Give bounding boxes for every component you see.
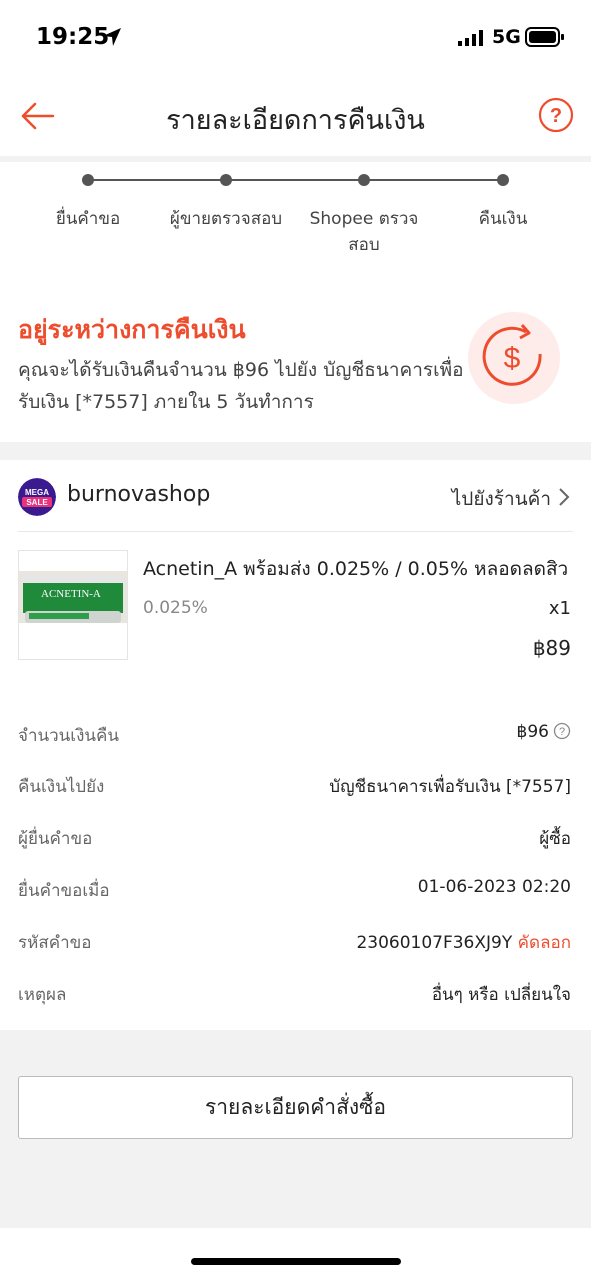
go-to-shop-link[interactable]: ไปยังร้านค้า	[452, 484, 551, 514]
detail-label: ผู้ยื่นคำขอ	[18, 829, 93, 849]
order-details-button[interactable]: รายละเอียดคำสั่งซื้อ	[18, 1076, 573, 1139]
refund-dollar-icon: $	[468, 312, 560, 404]
product-price: ฿89	[532, 636, 571, 660]
detail-label: เหตุผล	[18, 985, 67, 1005]
info-icon[interactable]: ?	[553, 722, 571, 740]
refund-status: อยู่ระหว่างการคืนเงิน	[18, 315, 246, 344]
page-title: รายละเอียดการคืนเงิน	[166, 105, 425, 136]
shop-logo[interactable]: MEGA SALE	[18, 478, 56, 516]
detail-value: 01-06-2023 02:20	[417, 877, 571, 897]
svg-text:ACNETIN-A: ACNETIN-A	[41, 588, 101, 600]
refund-detail-card: MEGA SALE burnovashop ไปยังร้านค้า ACNET…	[0, 460, 591, 1030]
refund-description: คุณจะได้รับเงินคืนจำนวน ฿96 ไปยัง บัญชีธ…	[18, 359, 464, 413]
svg-text:MEGA: MEGA	[25, 488, 49, 497]
detail-label: รหัสคำขอ	[18, 933, 92, 953]
home-indicator-area	[0, 1228, 591, 1280]
product-image: ACNETIN-A	[19, 551, 127, 659]
request-id-value: 23060107F36XJ9Y	[356, 933, 513, 953]
step-label: ผู้ขายตรวจสอบ	[169, 209, 283, 229]
step-dot	[82, 174, 94, 186]
step-label: ยื่นคำขอ	[55, 209, 121, 229]
status-bar: 19:25 5G	[0, 0, 591, 76]
step-label: Shopee ตรวจสอบ	[309, 209, 419, 255]
detail-label: จำนวนเงินคืน	[18, 726, 120, 746]
help-icon[interactable]: ?	[537, 96, 575, 134]
copy-button[interactable]: คัดลอก	[518, 933, 571, 953]
shop-name[interactable]: burnovashop	[67, 482, 210, 507]
detail-row-refund-to: คืนเงินไปยัง บัญชีธนาคารเพื่อรับเงิน [*7…	[18, 773, 571, 803]
detail-value: ฿96?	[517, 722, 571, 742]
divider	[18, 531, 573, 532]
step-dot	[358, 174, 370, 186]
product-name[interactable]: Acnetin_A พร้อมส่ง 0.025% / 0.05% หลอดลด…	[143, 554, 573, 584]
detail-value: บัญชีธนาคารเพื่อรับเงิน [*7557]	[329, 777, 571, 797]
svg-text:SALE: SALE	[26, 498, 48, 507]
product-variant: 0.025%	[143, 598, 208, 618]
detail-label: ยื่นคำขอเมื่อ	[18, 881, 110, 901]
svg-text:?: ?	[559, 726, 565, 738]
step-label: คืนเงิน	[478, 209, 528, 229]
step-dot	[220, 174, 232, 186]
network-label: 5G	[492, 26, 521, 48]
detail-value: อื่นๆ หรือ เปลี่ยนใจ	[431, 985, 571, 1005]
svg-text:$: $	[504, 342, 521, 375]
app-header: รายละเอียดการคืนเงิน ?	[0, 76, 591, 156]
chevron-right-icon[interactable]	[557, 486, 571, 508]
location-arrow-icon	[103, 28, 121, 46]
status-time: 19:25	[36, 24, 110, 50]
svg-text:?: ?	[550, 105, 562, 127]
detail-value: ผู้ซื้อ	[539, 829, 571, 849]
detail-label: คืนเงินไปยัง	[18, 777, 105, 797]
step-dot	[497, 174, 509, 186]
refund-progress-card: ยื่นคำขอ ผู้ขายตรวจสอบ Shopee ตรวจสอบ คื…	[0, 162, 591, 442]
product-thumbnail[interactable]: ACNETIN-A	[18, 550, 128, 660]
detail-row-request-date: ยื่นคำขอเมื่อ 01-06-2023 02:20	[18, 877, 571, 907]
detail-value: 23060107F36XJ9Y คัดลอก	[356, 929, 571, 956]
detail-row-reason: เหตุผล อื่นๆ หรือ เปลี่ยนใจ	[18, 981, 571, 1011]
signal-icon	[458, 30, 483, 46]
progress-track	[88, 179, 504, 181]
detail-row-refund-amount: จำนวนเงินคืน ฿96?	[18, 722, 571, 752]
home-indicator[interactable]	[191, 1258, 401, 1265]
detail-row-request-id: รหัสคำขอ 23060107F36XJ9Y คัดลอก	[18, 929, 571, 959]
battery-icon	[525, 27, 564, 47]
product-quantity: x1	[548, 598, 571, 619]
detail-row-requester: ผู้ยื่นคำขอ ผู้ซื้อ	[18, 825, 571, 855]
